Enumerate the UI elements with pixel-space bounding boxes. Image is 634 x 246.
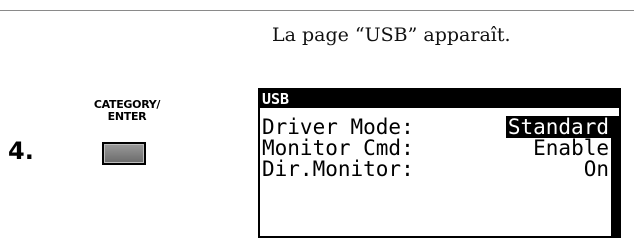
step-caption: La page “USB” apparaît. — [272, 24, 511, 46]
button-label-line2: ENTER — [107, 110, 147, 123]
top-divider — [0, 10, 634, 11]
category-enter-button[interactable] — [102, 142, 146, 165]
lcd-row-driver-mode[interactable]: Driver Mode: Standard — [260, 116, 611, 138]
lcd-row-value[interactable]: On — [582, 158, 611, 180]
lcd-row-label: Monitor Cmd: — [262, 136, 414, 160]
lcd-row-label: Driver Mode: — [262, 115, 414, 139]
lcd-row-value[interactable]: Enable — [531, 137, 611, 159]
lcd-title: USB — [262, 90, 290, 108]
lcd-row-label: Dir.Monitor: — [262, 157, 414, 181]
lcd-title-bar: USB — [260, 90, 619, 108]
manual-page: La page “USB” apparaît. 4. CATEGORY/ ENT… — [0, 0, 634, 246]
category-enter-label: CATEGORY/ ENTER — [86, 99, 168, 123]
lcd-scrollbar[interactable] — [611, 116, 619, 236]
step-number: 4. — [8, 137, 34, 165]
lcd-row-monitor-cmd[interactable]: Monitor Cmd: Enable — [260, 137, 611, 159]
lcd-row-dir-monitor[interactable]: Dir.Monitor: On — [260, 158, 611, 180]
lcd-row-value-selected[interactable]: Standard — [505, 116, 611, 138]
lcd-screen: USB Driver Mode: Standard Monitor Cmd: E… — [258, 88, 621, 238]
